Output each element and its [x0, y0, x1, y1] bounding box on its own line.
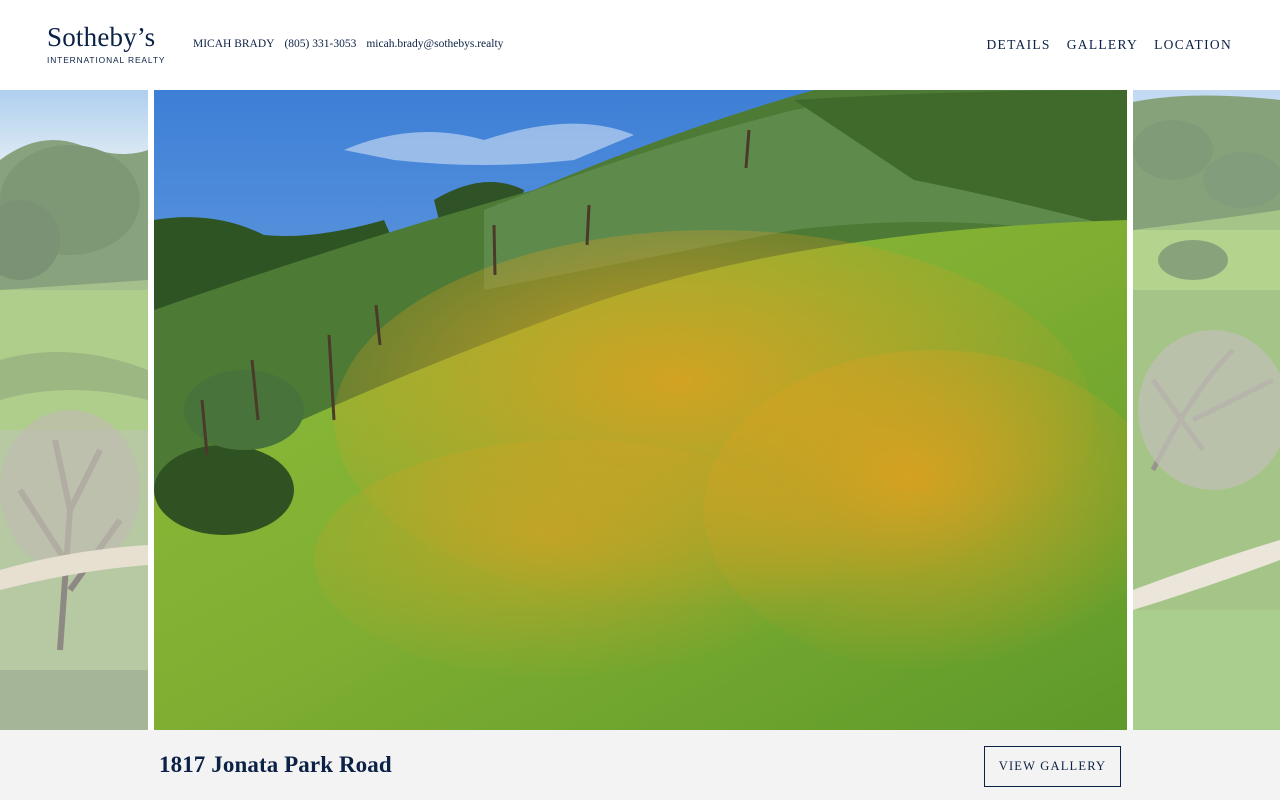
- nav-gallery[interactable]: GALLERY: [1067, 37, 1138, 53]
- main-nav: DETAILS GALLERY LOCATION: [986, 37, 1232, 53]
- photo-carousel: [0, 90, 1280, 730]
- nav-location[interactable]: LOCATION: [1154, 37, 1232, 53]
- prev-slide-overlay: [0, 90, 148, 730]
- listing-bar: 1817 Jonata Park Road VIEW GALLERY: [0, 730, 1280, 800]
- site-header: Sotheby’s INTERNATIONAL REALTY MICAH BRA…: [0, 0, 1280, 90]
- property-address: 1817 Jonata Park Road: [159, 752, 392, 777]
- agent-contact: MICAH BRADY (805) 331-3053 micah.brady@s…: [193, 38, 503, 50]
- sothebys-logo[interactable]: Sotheby’s INTERNATIONAL REALTY: [47, 22, 167, 65]
- view-gallery-button[interactable]: VIEW GALLERY: [984, 746, 1121, 787]
- carousel-main-slide[interactable]: [154, 90, 1127, 730]
- carousel-prev-slide[interactable]: [0, 90, 148, 730]
- poppy-hillside-photo: [154, 90, 1127, 730]
- carousel-next-slide[interactable]: [1133, 90, 1280, 730]
- logo-wordmark: Sotheby’s: [47, 22, 156, 52]
- next-slide-overlay: [1133, 90, 1280, 730]
- logo-tagline: INTERNATIONAL REALTY: [47, 55, 166, 65]
- nav-details[interactable]: DETAILS: [986, 37, 1050, 53]
- agent-phone-link[interactable]: (805) 331-3053: [284, 38, 356, 50]
- agent-email-link[interactable]: micah.brady@sothebys.realty: [366, 38, 503, 50]
- agent-name: MICAH BRADY: [193, 38, 275, 50]
